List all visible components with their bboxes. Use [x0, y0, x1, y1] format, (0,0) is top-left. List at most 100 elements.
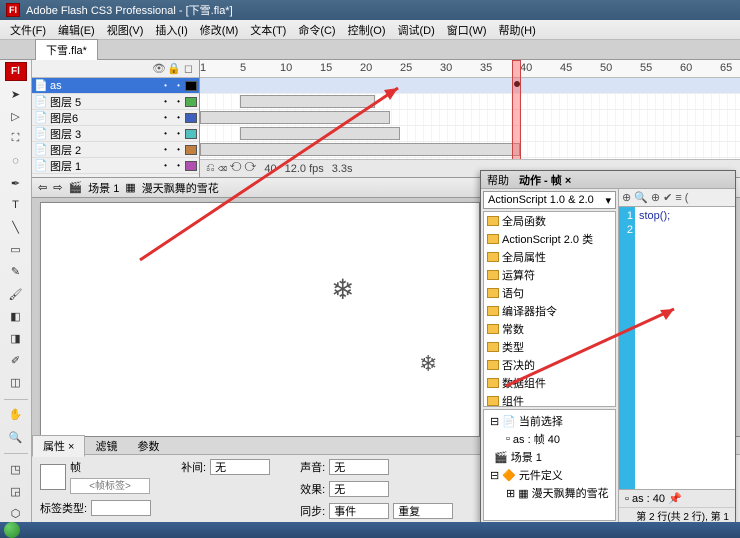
tween-label: 补间: [181, 459, 206, 475]
labeltype-label: 标签类型: [40, 500, 87, 516]
hand-tool[interactable]: ✋ [5, 406, 27, 423]
menu-window[interactable]: 窗口(W) [441, 22, 493, 38]
minus-icon[interactable]: ⊟ [490, 415, 499, 428]
menu-commands[interactable]: 命令(C) [292, 22, 341, 38]
as-version-select[interactable]: ActionScript 1.0 & 2.0▾ [483, 191, 616, 209]
as-category[interactable]: 数据组件 [484, 374, 615, 392]
as-category[interactable]: 否决的 [484, 356, 615, 374]
back-button[interactable]: ⇦ [38, 181, 47, 194]
actions-header[interactable]: 帮助 动作 - 帧 × [481, 171, 735, 189]
menu-text[interactable]: 文本(T) [244, 22, 292, 38]
menu-view[interactable]: 视图(V) [101, 22, 150, 38]
pen-tool[interactable]: ✒ [5, 175, 27, 192]
add-icon[interactable]: ⊕ [622, 191, 631, 204]
as-category[interactable]: 类型 [484, 338, 615, 356]
layer-row[interactable]: 📄图层 2•• [32, 142, 199, 158]
menu-help[interactable]: 帮助(H) [493, 22, 542, 38]
lasso-tool[interactable]: ◌ [5, 152, 27, 169]
tab-filters[interactable]: 滤镜 [85, 436, 127, 456]
eye-icon[interactable]: 👁 [152, 62, 165, 75]
menu-edit[interactable]: 编辑(E) [52, 22, 101, 38]
outline-icon[interactable]: ◻ [182, 62, 195, 75]
code-toolbar[interactable]: ⊕ 🔍 ⊕ ✔ ≡ ( [619, 189, 735, 207]
line-tool[interactable]: ╲ [5, 219, 27, 236]
menu-insert[interactable]: 插入(I) [149, 22, 193, 38]
zoom-tool[interactable]: 🔍 [5, 429, 27, 446]
effect-select[interactable]: 无 [329, 481, 389, 497]
as-category[interactable]: 编译器指令 [484, 302, 615, 320]
rectangle-tool[interactable]: ▭ [5, 241, 27, 258]
time-display: 3.3s [332, 163, 353, 175]
code-text[interactable]: stop(); [635, 207, 735, 489]
hint-icon[interactable]: ( [685, 192, 689, 204]
symbol-name[interactable]: 漫天飘舞的雪花 [142, 180, 219, 196]
as-category[interactable]: 常数 [484, 320, 615, 338]
pencil-tool[interactable]: ✎ [5, 263, 27, 280]
layer-row[interactable]: 📄as•• [32, 78, 199, 94]
as-category[interactable]: 全局函数 [484, 212, 615, 230]
snowflake-symbol[interactable]: ❄ [419, 351, 437, 377]
snowflake-symbol[interactable]: ❄ [331, 273, 354, 306]
plus-icon[interactable]: ⊞ [506, 487, 515, 500]
code-editor[interactable]: 12 stop(); [619, 207, 735, 489]
subselection-tool[interactable]: ▷ [5, 108, 27, 125]
actions-panel: 帮助 动作 - 帧 × ActionScript 1.0 & 2.0▾ 全局函数… [480, 170, 736, 524]
eyedropper-tool[interactable]: ✐ [5, 352, 27, 369]
format-icon[interactable]: ≡ [675, 192, 681, 204]
tween-select[interactable]: 无 [210, 459, 270, 475]
frame-label-input[interactable] [70, 478, 150, 494]
tab-help[interactable]: 帮助 [487, 172, 509, 188]
doc-tab-active[interactable]: 下雪.fla* [35, 39, 98, 60]
as-category[interactable]: 组件 [484, 392, 615, 407]
as-category[interactable]: ActionScript 2.0 类 [484, 230, 615, 248]
nav-scene[interactable]: 场景 1 [511, 449, 542, 465]
eraser-tool[interactable]: ◫ [5, 374, 27, 391]
free-transform-tool[interactable]: ⛶ [5, 130, 27, 147]
sound-select[interactable]: 无 [329, 459, 389, 475]
sync-select2[interactable]: 重复 [393, 503, 453, 519]
nav-snow[interactable]: 漫天飘舞的雪花 [532, 485, 609, 501]
as-nav-tree[interactable]: ⊟📄当前选择 ▫as : 帧 40 🎬场景 1 ⊟🔶元件定义 ⊞▦漫天飘舞的雪花 [483, 409, 616, 521]
text-tool[interactable]: T [5, 197, 27, 214]
start-button[interactable] [4, 522, 20, 538]
menu-control[interactable]: 控制(O) [342, 22, 392, 38]
sync-select1[interactable]: 事件 [329, 503, 389, 519]
frame-ruler[interactable]: 15101520253035404550556065707580859095 [200, 60, 740, 78]
labeltype-select[interactable] [91, 500, 151, 516]
menu-debug[interactable]: 调试(D) [392, 22, 441, 38]
stroke-color[interactable]: ◳ [5, 461, 27, 478]
snap-tool[interactable]: ⬡ [5, 505, 27, 522]
time-track[interactable]: 15101520253035404550556065707580859095 ⎌… [200, 60, 740, 177]
ink-bottle-tool[interactable]: ◧ [5, 308, 27, 325]
target-icon[interactable]: ⊕ [651, 191, 660, 204]
fill-color[interactable]: ◲ [5, 483, 27, 500]
forward-button[interactable]: ⇨ [53, 181, 62, 194]
lock-icon[interactable]: 🔒 [167, 62, 180, 75]
tab-actions[interactable]: 动作 - 帧 × [519, 172, 571, 188]
layer-row[interactable]: 📄图层6•• [32, 110, 199, 126]
nav-frame[interactable]: as : 帧 40 [513, 431, 560, 447]
frame-icons[interactable]: ⎌ ⌫ ⟲ ⟳ [206, 162, 256, 175]
find-icon[interactable]: 🔍 [634, 191, 648, 204]
layer-row[interactable]: 📄图层 1•• [32, 158, 199, 174]
as-category[interactable]: 语句 [484, 284, 615, 302]
as-category[interactable]: 运算符 [484, 266, 615, 284]
tab-parameters[interactable]: 参数 [127, 436, 169, 456]
actions-code-pane: ⊕ 🔍 ⊕ ✔ ≡ ( 12 stop(); ▫ as : 40 📌 第 2 行… [619, 189, 735, 523]
minus-icon[interactable]: ⊟ [490, 469, 499, 482]
selection-tool[interactable]: ➤ [5, 86, 27, 103]
paint-bucket-tool[interactable]: ◨ [5, 330, 27, 347]
menu-file[interactable]: 文件(F) [4, 22, 52, 38]
tab-properties[interactable]: 属性 × [32, 435, 85, 457]
scene-name[interactable]: 场景 1 [88, 180, 119, 196]
brush-tool[interactable]: 🖌 [5, 286, 27, 303]
layer-row[interactable]: 📄图层 3•• [32, 126, 199, 142]
as-category[interactable]: 全局属性 [484, 248, 615, 266]
frame-icon [40, 464, 66, 490]
canvas[interactable]: ❄ ❄ [40, 202, 480, 436]
as-category-tree[interactable]: 全局函数ActionScript 2.0 类全局属性运算符语句编译器指令常数类型… [483, 211, 616, 407]
layer-row[interactable]: 📄图层 5•• [32, 94, 199, 110]
menu-modify[interactable]: 修改(M) [194, 22, 245, 38]
check-icon[interactable]: ✔ [663, 191, 672, 204]
taskbar[interactable] [0, 522, 740, 538]
